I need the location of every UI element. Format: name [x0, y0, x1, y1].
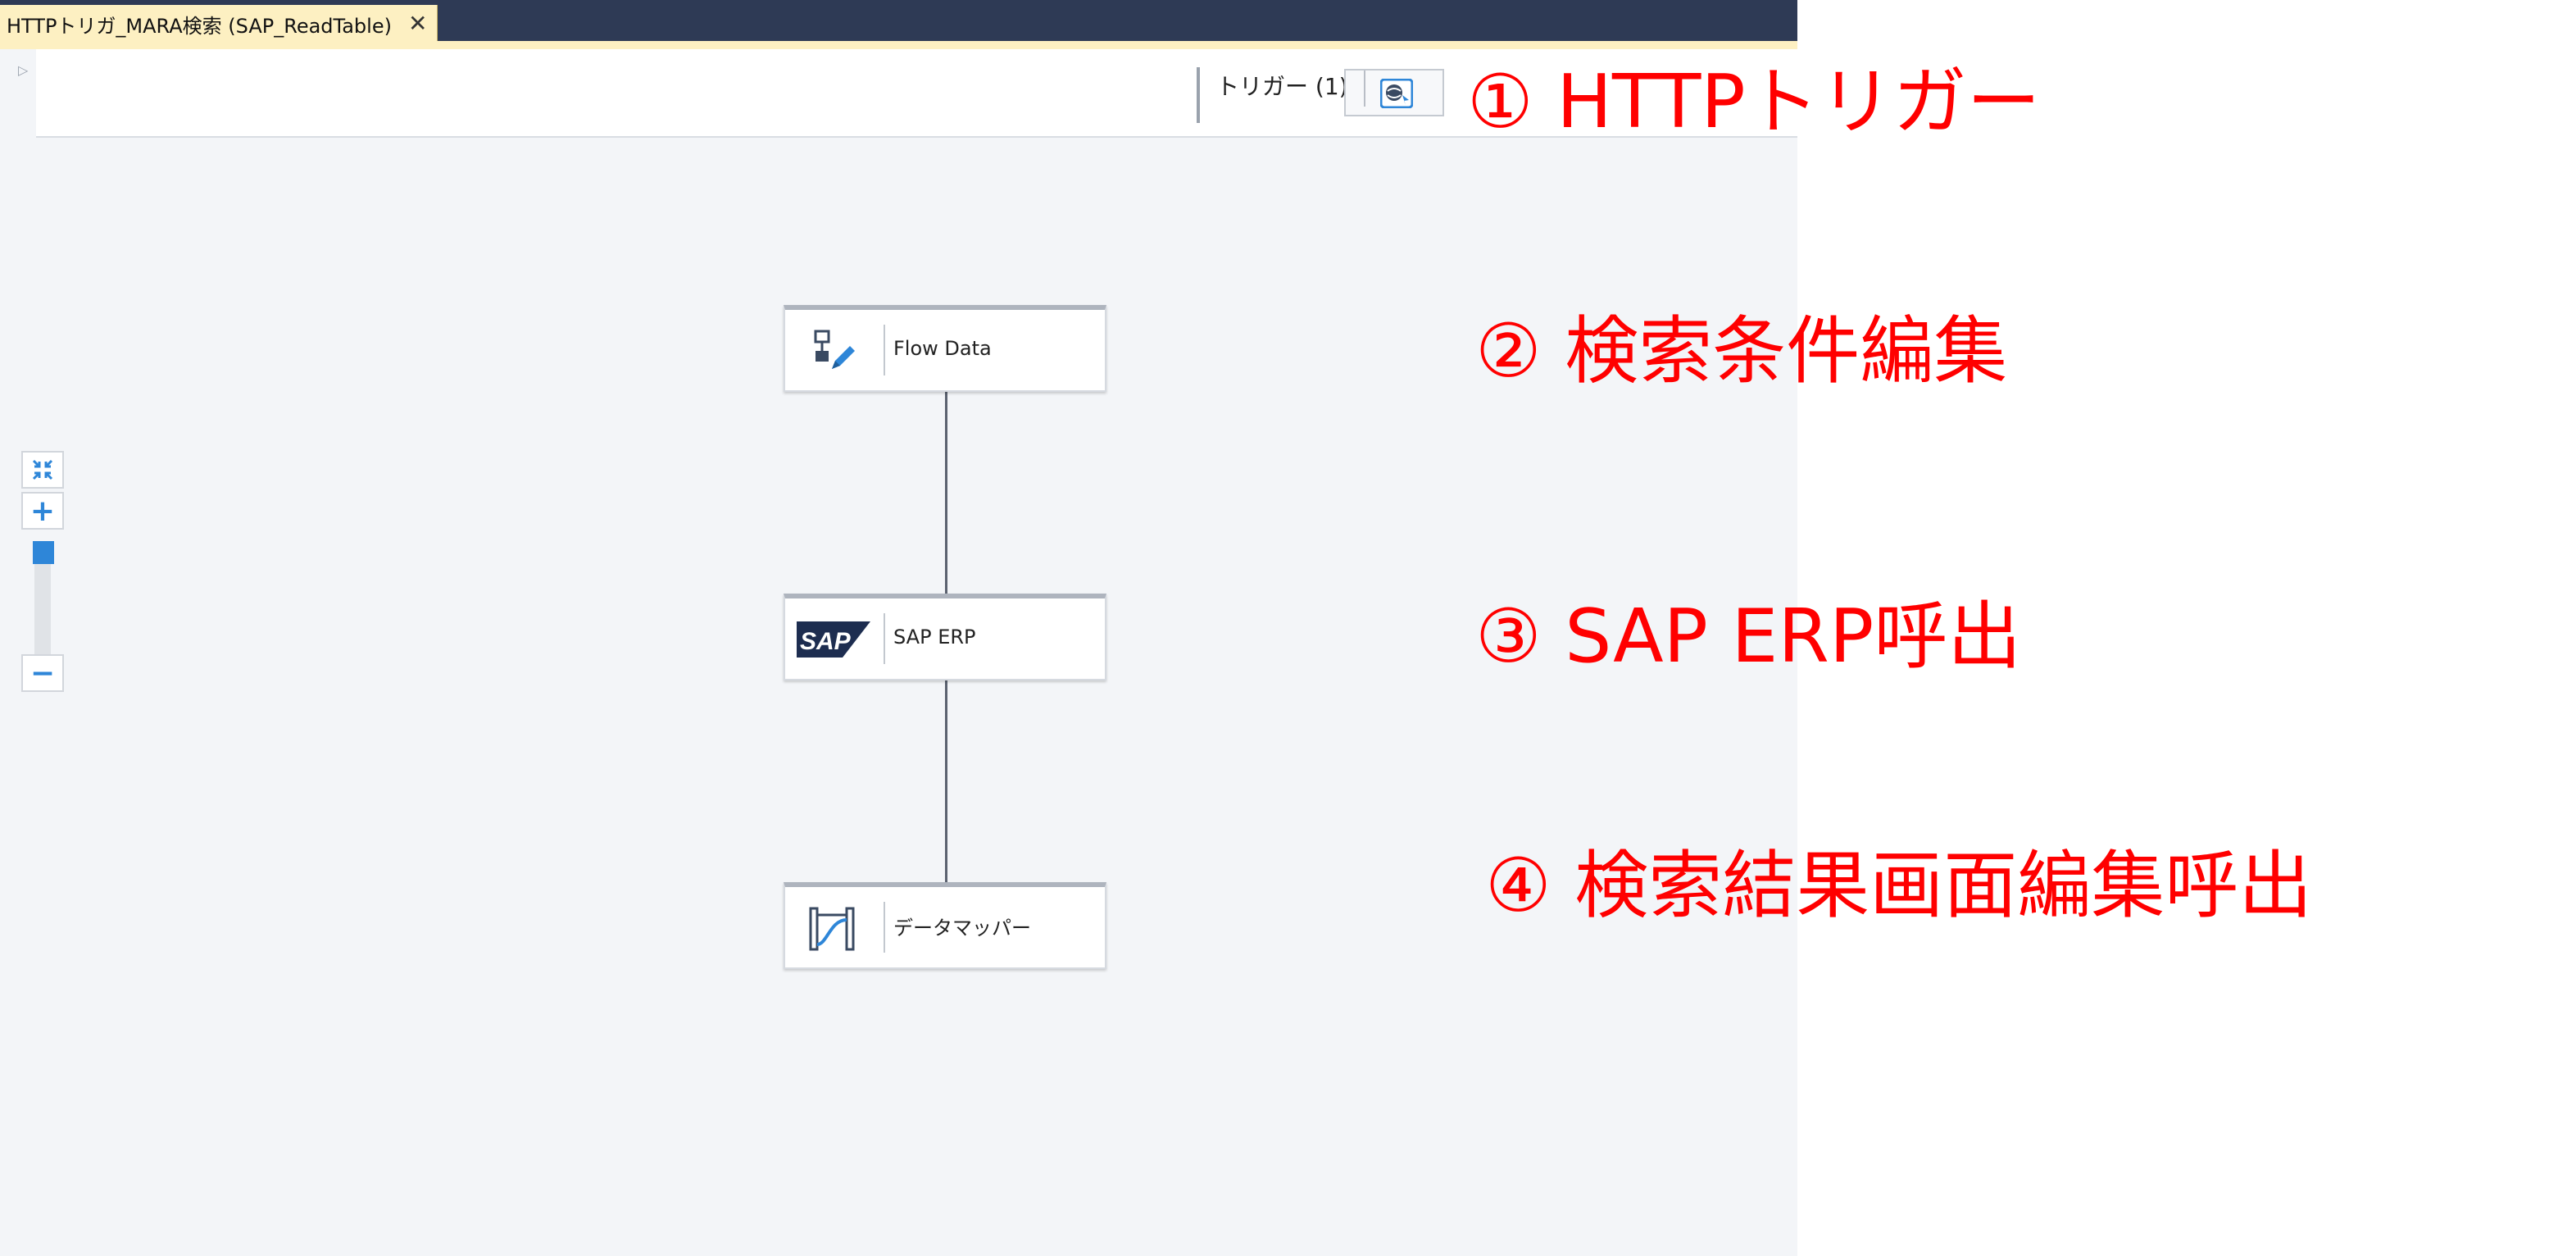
expand-panel-icon[interactable]: ▷	[18, 62, 28, 78]
http-trigger-button[interactable]	[1344, 69, 1444, 116]
data-mapper-icon	[809, 907, 855, 951]
node-divider	[884, 325, 885, 375]
left-gutter	[0, 49, 36, 1256]
annotation-step-4: ④ 検索結果画面編集呼出	[1485, 843, 2313, 929]
node-label: データマッパー	[893, 916, 1031, 940]
zoom-fit-button[interactable]	[21, 451, 64, 489]
toolbar-separator	[1197, 67, 1200, 123]
close-icon[interactable]: ✕	[408, 12, 427, 35]
trigger-divider	[1364, 71, 1365, 107]
document-tab[interactable]: HTTPトリガ_MARA検索 (SAP_ReadTable) ✕	[0, 5, 438, 43]
tab-accent-line	[0, 41, 1797, 49]
flow-data-edit-icon	[814, 330, 855, 369]
node-divider	[884, 902, 885, 953]
annotation-step-3: ③ SAP ERP呼出	[1475, 594, 2022, 680]
zoom-out-button[interactable]: −	[21, 654, 64, 692]
svg-text:SAP: SAP	[800, 628, 852, 655]
collapse-arrows-icon	[32, 459, 53, 480]
annotation-step-1: ① HTTPトリガー	[1467, 59, 2041, 145]
flow-connector	[945, 392, 947, 595]
http-trigger-icon	[1380, 79, 1413, 108]
annotation-step-2: ② 検索条件編集	[1475, 308, 2008, 394]
flow-node-sap-erp[interactable]: SAP SAP ERP	[784, 594, 1106, 680]
zoom-slider-thumb[interactable]	[33, 541, 54, 564]
node-divider	[884, 613, 885, 664]
document-tab-label: HTTPトリガ_MARA検索 (SAP_ReadTable)	[7, 14, 392, 38]
flow-node-flow-data[interactable]: Flow Data	[784, 305, 1106, 392]
node-label: Flow Data	[893, 337, 992, 360]
zoom-in-button[interactable]: +	[21, 492, 64, 530]
node-label: SAP ERP	[893, 626, 976, 648]
flow-node-data-mapper[interactable]: データマッパー	[784, 882, 1106, 969]
flow-connector	[945, 680, 947, 884]
sap-logo-icon: SAP	[797, 621, 870, 658]
trigger-count-label: トリガー (1)	[1216, 73, 1348, 100]
